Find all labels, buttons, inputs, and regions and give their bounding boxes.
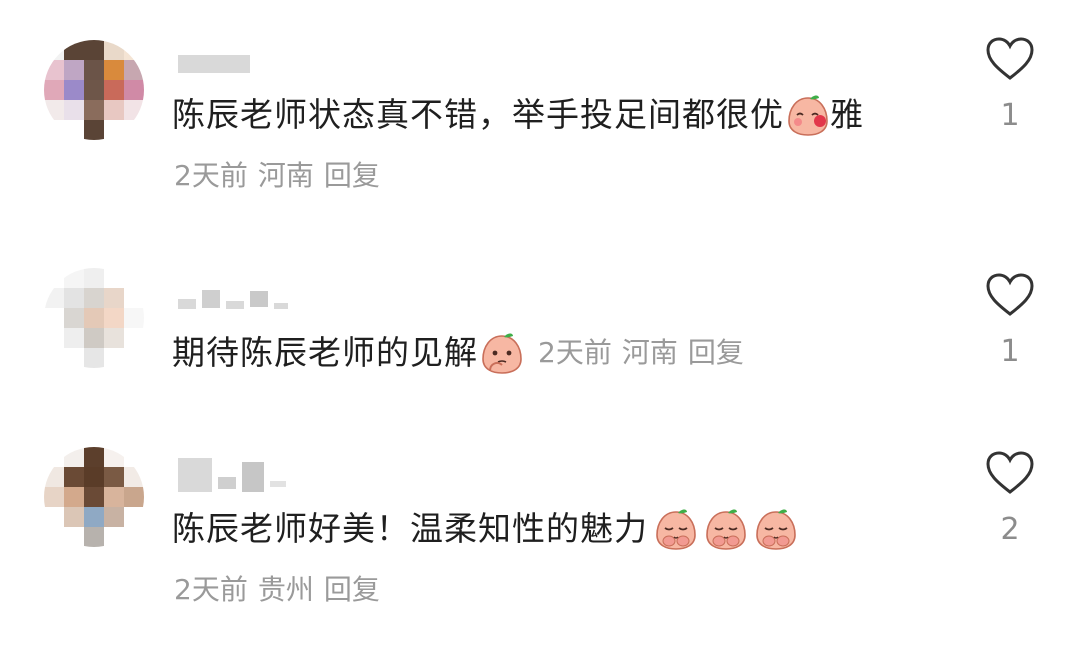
comment-item: 陈辰老师好美！温柔知性的魅力 2天前 贵州 回复 2 [0, 0, 1080, 606]
like-count: 1 [1000, 334, 1020, 369]
shy-hands-emoji [704, 507, 748, 551]
shy-hands-emoji [754, 507, 798, 551]
thinking-emoji [480, 331, 524, 375]
comment-date: 2天前 [174, 573, 248, 606]
comment-location: 河南 [621, 336, 678, 369]
heart-outline-icon[interactable] [985, 272, 1035, 318]
comment-text-main: 陈辰老师好美！温柔知性的魅力 [172, 509, 648, 548]
comment-meta: 2天前 贵州 回复 [174, 570, 380, 610]
reply-button[interactable]: 回复 [324, 570, 380, 610]
comment-date: 2天前 [538, 336, 612, 369]
comment-text: 陈辰老师好美！温柔知性的魅力 [172, 507, 798, 551]
like-count: 2 [1000, 512, 1020, 547]
avatar[interactable] [44, 447, 144, 547]
shy-hands-emoji [654, 507, 698, 551]
comment-meta: 2天前 河南 回复 [538, 331, 744, 375]
comment-location: 贵州 [257, 573, 314, 606]
avatar[interactable] [44, 268, 144, 368]
like-group: 1 [985, 272, 1035, 369]
comment-text: 期待陈辰老师的见解 2天前 河南 回复 [172, 331, 744, 375]
username-redacted[interactable] [178, 287, 288, 311]
comment-text-main: 期待陈辰老师的见解 [172, 333, 478, 372]
reply-button[interactable]: 回复 [688, 331, 744, 375]
username-redacted[interactable] [178, 458, 286, 492]
like-group: 2 [985, 450, 1035, 547]
heart-outline-icon[interactable] [985, 450, 1035, 496]
